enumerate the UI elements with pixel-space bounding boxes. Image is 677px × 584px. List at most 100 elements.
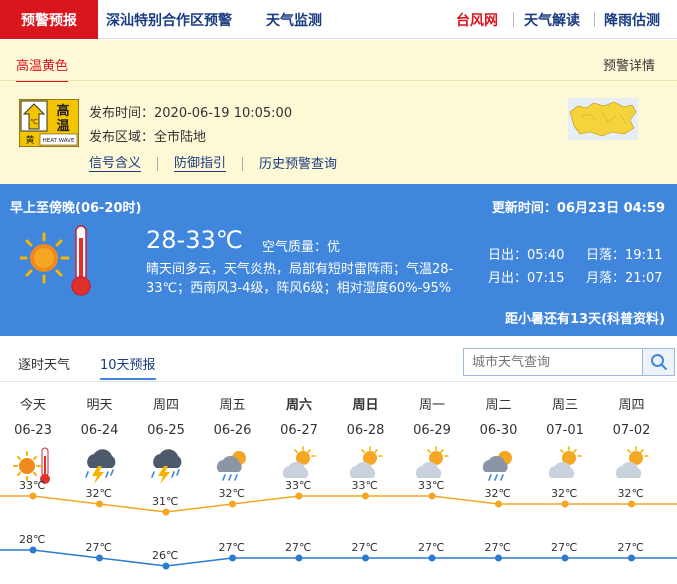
ten-day-forecast: 今天 06-23 明天 06-24 周四 06-25 周五 06-26 周六 06-27 周日 06-… — [0, 382, 677, 584]
svg-text:HEAT WAVE: HEAT WAVE — [43, 138, 75, 144]
low-temp-point — [229, 554, 236, 562]
high-temp-point — [29, 492, 37, 500]
forecast-period: 早上至傍晚(06-20时) — [10, 201, 142, 216]
low-temp-label: 27℃ — [218, 541, 245, 554]
low-temp-point — [29, 546, 37, 554]
link-separator — [157, 157, 159, 171]
low-temp-point — [295, 554, 303, 562]
search-icon — [650, 354, 667, 370]
forecast-tabs: 逐时天气 10天预报 — [0, 336, 677, 382]
forecast-weekday: 周三 — [551, 398, 578, 413]
issue-area-value: 全市陆地 — [154, 130, 207, 145]
nav-weather-analysis[interactable]: 天气解读 — [524, 0, 580, 39]
top-nav: 预警预报 深汕特别合作区预警 天气监测 台风网 天气解读 降雨估测 — [0, 0, 677, 39]
partly-cloudy-icon — [615, 446, 649, 478]
high-temp-point — [229, 500, 236, 508]
svg-text:黄: 黄 — [25, 134, 34, 146]
warning-area-map[interactable] — [568, 98, 638, 140]
sunrise-value: 05:40 — [527, 248, 565, 263]
high-temp-label: 33℃ — [351, 479, 378, 492]
high-temp-label: 32℃ — [484, 487, 511, 500]
sunrise-label: 日出： — [488, 248, 528, 263]
air-quality-label: 空气质量： — [262, 240, 328, 255]
forecast-weekday: 周五 — [219, 398, 246, 413]
moonrise-value: 07:15 — [527, 271, 565, 286]
forecast-date: 07-01 — [546, 423, 584, 438]
forecast-weekday: 周一 — [418, 398, 445, 413]
forecast-date: 07-02 — [612, 423, 651, 438]
divider — [0, 80, 677, 81]
issue-time-label: 发布时间： — [89, 106, 155, 121]
issue-area-label: 发布区域： — [89, 130, 155, 145]
high-temp-label: 33℃ — [19, 479, 46, 492]
high-temp-label: 31℃ — [152, 495, 179, 508]
defense-guide-link[interactable]: 防御指引 — [174, 156, 227, 172]
forecast-date: 06-24 — [80, 423, 119, 438]
forecast-date: 06-26 — [213, 423, 252, 438]
issue-area: 发布区域：全市陆地 — [89, 126, 206, 145]
solar-term-link[interactable]: 距小暑还有13天(科普资料) — [505, 308, 665, 327]
high-temp-label: 33℃ — [418, 479, 445, 492]
high-temp-label: 32℃ — [617, 487, 644, 500]
low-temp-label: 27℃ — [617, 541, 644, 554]
forecast-date: 06-29 — [413, 423, 451, 438]
history-warning-link[interactable]: 历史预警查询 — [259, 157, 337, 172]
high-temp-point — [628, 500, 635, 508]
sunny-hot-icon — [20, 225, 91, 296]
high-temp-point — [495, 500, 502, 508]
low-temp-label: 27℃ — [418, 541, 445, 554]
low-temp-label: 27℃ — [484, 541, 511, 554]
moonrise: 月出：07:15 — [488, 267, 564, 286]
nav-shenshan-warning[interactable]: 深汕特别合作区预警 — [106, 0, 232, 39]
low-temp-point — [628, 554, 635, 562]
nav-typhoon[interactable]: 台风网 — [456, 0, 498, 39]
moonset: 月落：21:07 — [586, 267, 662, 286]
sunset-value: 19:11 — [625, 248, 663, 263]
svg-text:℃: ℃ — [30, 118, 38, 126]
cloudy-shower-icon — [216, 451, 246, 481]
nav-separator — [513, 12, 514, 27]
update-time-label: 更新时间： — [491, 201, 557, 216]
forecast-weekday: 周日 — [352, 398, 379, 413]
city-search-input[interactable] — [464, 349, 642, 375]
moonset-label: 月落： — [586, 271, 626, 286]
forecast-date: 06-30 — [479, 423, 518, 438]
low-temp-point — [495, 554, 502, 562]
forecast-weekday: 明天 — [86, 398, 113, 413]
thunderstorm-icon — [84, 449, 115, 484]
low-temp-label: 27℃ — [285, 541, 312, 554]
forecast-date: 06-27 — [280, 423, 318, 438]
forecast-weekday: 周四 — [152, 398, 179, 413]
forecast-weekday: 周四 — [618, 398, 645, 413]
tab-10day[interactable]: 10天预报 — [100, 354, 156, 380]
warning-detail-link[interactable]: 预警详情 — [603, 55, 655, 74]
city-search — [463, 348, 675, 376]
high-temp-label: 33℃ — [285, 479, 312, 492]
nav-separator — [594, 12, 595, 27]
low-temp-point — [428, 554, 436, 562]
warning-panel: 高温黄色 预警详情 ℃ 高 温 黄 HEAT WAVE 发布时间：2020-06… — [0, 40, 677, 184]
nav-warning-forecast[interactable]: 预警预报 — [0, 0, 98, 39]
search-button[interactable] — [642, 349, 674, 375]
heat-warning-icon: ℃ 高 温 黄 HEAT WAVE — [19, 99, 79, 147]
low-temp-label: 26℃ — [152, 549, 179, 562]
forecast-date: 06-23 — [14, 423, 52, 438]
low-temp-point — [561, 554, 569, 562]
forecast-date: 06-28 — [346, 423, 385, 438]
nav-rain-estimate[interactable]: 降雨估测 — [604, 0, 660, 39]
tab-hourly[interactable]: 逐时天气 — [18, 354, 70, 373]
warning-tab-heat-yellow[interactable]: 高温黄色 — [16, 55, 69, 82]
high-temp-point — [561, 500, 569, 508]
forecast-weekday: 周二 — [485, 398, 512, 413]
signal-meaning-link[interactable]: 信号含义 — [89, 156, 142, 172]
high-temp-point — [96, 500, 103, 508]
high-temp-label: 32℃ — [85, 487, 112, 500]
thunderstorm-icon — [151, 449, 182, 484]
high-temp-point — [162, 508, 170, 516]
high-temp-point — [295, 492, 303, 500]
low-temp-label: 28℃ — [19, 533, 46, 546]
link-separator — [242, 157, 244, 171]
air-quality: 空气质量：优 — [262, 236, 340, 255]
sunset: 日落：19:11 — [586, 244, 662, 263]
nav-weather-monitor[interactable]: 天气监测 — [266, 0, 322, 39]
